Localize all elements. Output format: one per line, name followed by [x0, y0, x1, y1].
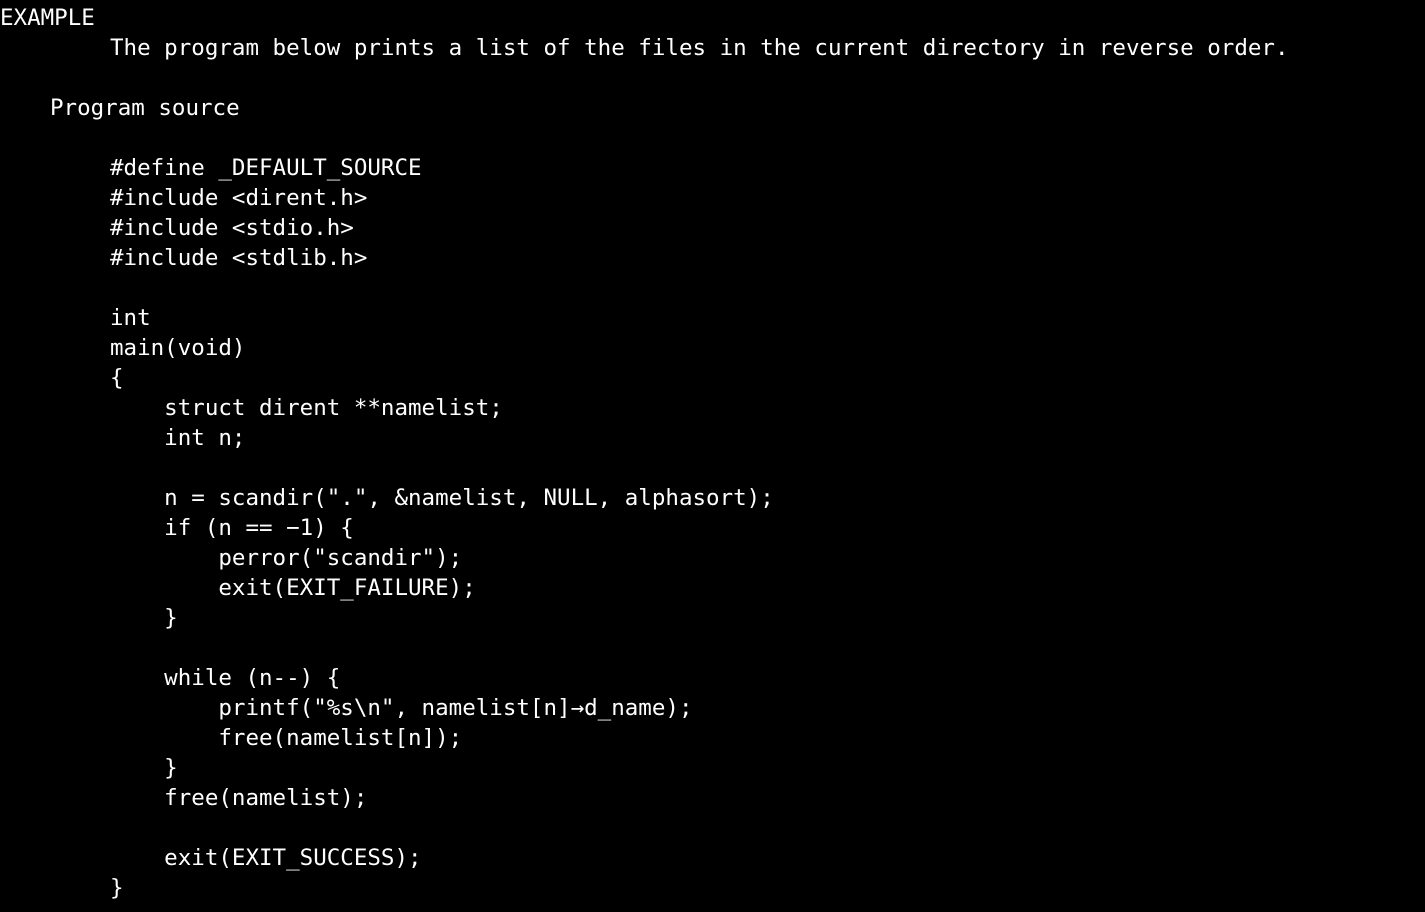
code-line: perror("scandir"); — [110, 545, 463, 571]
code-line: int — [110, 305, 151, 331]
code-line: n = scandir(".", &namelist, NULL, alphas… — [110, 485, 774, 511]
code-line: { — [110, 365, 124, 391]
example-description: The program below prints a list of the f… — [110, 35, 1289, 61]
section-heading-example: EXAMPLE — [0, 5, 95, 31]
code-line: exit(EXIT_FAILURE); — [110, 575, 476, 601]
code-line: while (n--) { — [110, 665, 341, 691]
code-line: #include <stdlib.h> — [110, 245, 368, 271]
code-line: if (n == −1) { — [110, 515, 354, 541]
code-line: main(void) — [110, 335, 246, 361]
code-line: free(namelist[n]); — [110, 725, 463, 751]
code-line: exit(EXIT_SUCCESS); — [110, 845, 422, 871]
subsection-heading-program-source: Program source — [50, 95, 240, 121]
code-line: #define _DEFAULT_SOURCE — [110, 155, 422, 181]
code-line: } — [110, 605, 178, 631]
code-line: struct dirent **namelist; — [110, 395, 503, 421]
terminal-man-page: EXAMPLE The program below prints a list … — [0, 0, 1425, 912]
code-line: #include <stdio.h> — [110, 215, 354, 241]
code-line: #include <dirent.h> — [110, 185, 368, 211]
code-line: } — [110, 875, 124, 901]
code-line: } — [110, 755, 178, 781]
code-line: printf("%s\n", namelist[n]→d_name); — [110, 695, 693, 721]
code-line: int n; — [110, 425, 246, 451]
code-line: free(namelist); — [110, 785, 368, 811]
